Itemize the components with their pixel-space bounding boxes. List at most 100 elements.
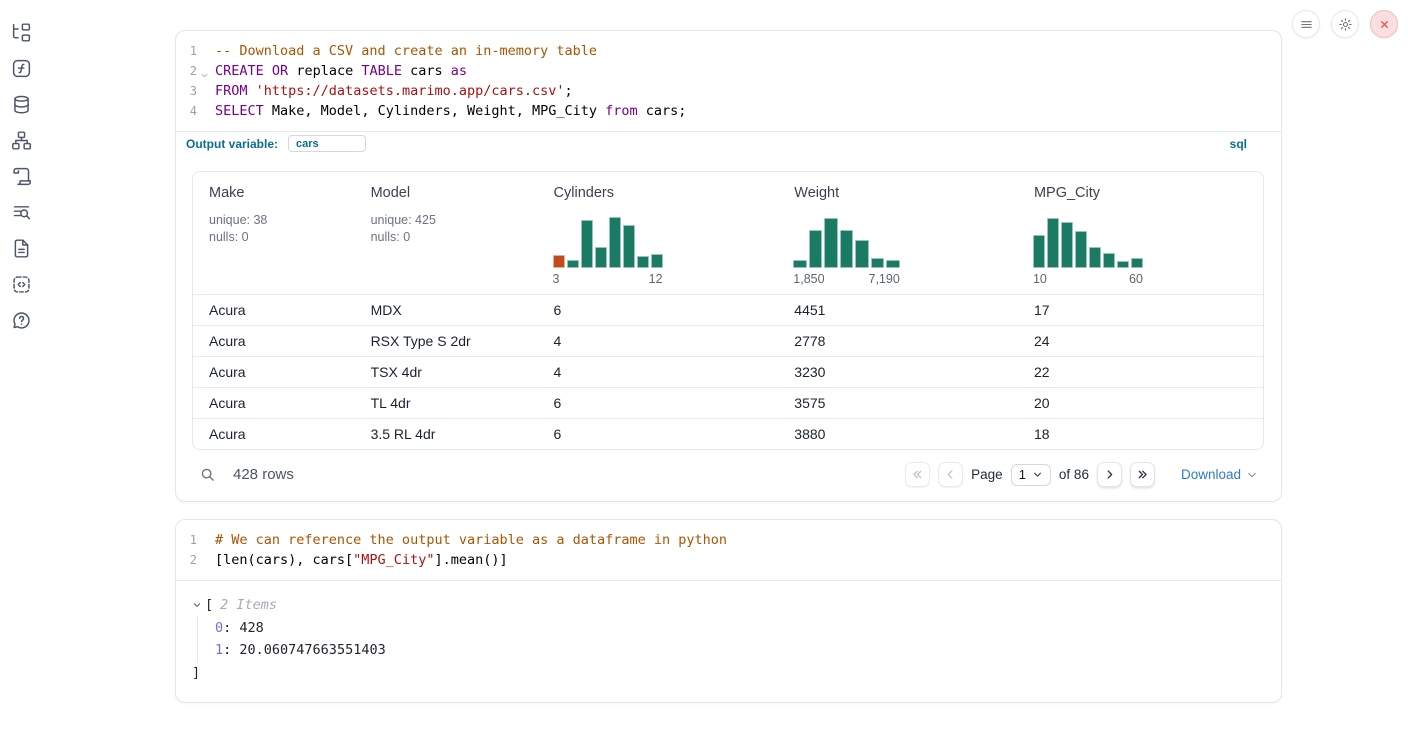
column-name: Cylinders [548,185,614,201]
table-cell: Acura [193,388,355,418]
last-page-button[interactable] [1130,462,1155,487]
table-cell: 3575 [778,388,1018,418]
next-page-button[interactable] [1097,462,1122,487]
pagination: Page 1 of 86 Download [905,462,1264,487]
table-cell: MDX [355,295,538,325]
sidebar-item-dependency-graph[interactable] [10,129,33,152]
hist-min-label: 1,850 [793,272,824,286]
table-row[interactable]: AcuraTSX 4dr4323022 [193,356,1263,387]
file-tree-icon [11,22,32,43]
table-row[interactable]: AcuraRSX Type S 2dr4277824 [193,325,1263,356]
column-header-Make[interactable]: Makeunique: 38nulls: 0 [193,172,355,294]
histogram-bar [793,260,807,268]
line-number: 1 [176,41,212,61]
histogram-bar [1117,261,1129,268]
column-header-MPG_City[interactable]: MPG_City1060 [1018,172,1263,294]
line-number: 3 [176,81,212,101]
chevron-down-icon [1032,469,1043,480]
table-cell: Acura [193,357,355,387]
dependency-graph-icon [11,130,32,151]
sidebar-item-code-snippet[interactable] [10,273,33,296]
histogram-bar [886,260,900,268]
menu-icon [1299,17,1314,32]
table-cell: 6 [538,388,779,418]
close-bracket: ] [192,662,1265,685]
column-name: MPG_City [1028,185,1100,201]
code-line: 1-- Download a CSV and create an in-memo… [176,41,1281,61]
table-row[interactable]: Acura3.5 RL 4dr6388018 [193,418,1263,449]
histogram-bar [1033,235,1045,268]
close-icon [1377,17,1392,32]
sql-cell-output: Makeunique: 38nulls: 0 Model unique: 425nu… [176,155,1281,501]
hist-max-label: 7,190 [869,272,900,286]
page-select-value: 1 [1019,467,1026,482]
code-line: 2[len(cars), cars["MPG_City"].mean()] [176,550,1281,570]
table-cell: 24 [1018,326,1263,356]
sidebar-item-list-search[interactable] [10,201,33,224]
item-index: 1 [215,642,223,658]
python-code-editor[interactable]: 1# We can reference the output variable … [176,520,1281,580]
table-cell: 18 [1018,419,1263,449]
shutdown-button[interactable] [1370,10,1398,38]
table-cell: 22 [1018,357,1263,387]
chevrons-right-icon [1136,468,1149,481]
line-number: 2 [176,61,212,81]
first-page-button[interactable] [905,462,930,487]
collapse-chevron-icon[interactable] [192,600,202,610]
open-bracket: [ [205,594,213,617]
column-header-Weight[interactable]: Weight1,8507,190 [778,172,1018,294]
notebook: 1-- Download a CSV and create an in-memo… [175,30,1282,703]
prev-page-button[interactable] [938,462,963,487]
table-cell: 3880 [778,419,1018,449]
chevron-left-icon [944,468,957,481]
histogram-bar [1047,218,1059,268]
table-body: AcuraMDX6445117AcuraRSX Type S 2dr427782… [193,294,1263,449]
sidebar-item-scroll[interactable] [10,165,33,188]
histogram-bar [840,230,854,268]
code-line: 4SELECT Make, Model, Cylinders, Weight, … [176,101,1281,121]
line-number: 4 [176,101,212,121]
sidebar-item-file-tree[interactable] [10,21,33,44]
table-search-button[interactable] [199,466,216,483]
settings-button[interactable] [1331,10,1359,38]
notebook-menu-button[interactable] [1292,10,1320,38]
item-value: 20.060747663551403 [239,642,385,658]
output-variable-bar: Output variable: sql [176,131,1281,155]
histogram-bar [581,220,593,268]
column-stats: unique: 425nulls: 0 [365,212,436,246]
column-header-Model[interactable]: Model unique: 425nulls: 0 [355,172,538,294]
column-stats: unique: 38nulls: 0 [203,212,267,246]
hist-min-label: 3 [553,272,560,286]
histogram-bar [1089,247,1101,268]
download-button[interactable]: Download [1175,466,1264,483]
column-header-Cylinders[interactable]: Cylinders 3 12 [538,172,779,294]
sidebar-item-function-square[interactable] [10,57,33,80]
output-variable-label: Output variable: [186,137,278,151]
table-cell: TSX 4dr [355,357,538,387]
output-variable-input[interactable] [288,135,366,152]
column-name: Model [365,185,411,201]
list-output-items: 0: 4281: 20.060747663551403 [197,617,1265,662]
code-line: 2CREATE OR replace TABLE cars as [176,61,1281,81]
histogram-bar [651,254,663,268]
page-select[interactable]: 1 [1011,464,1051,486]
sql-code-editor[interactable]: 1-- Download a CSV and create an in-memo… [176,31,1281,131]
histogram-bar [609,217,621,268]
sidebar-item-database[interactable] [10,93,33,116]
table-row[interactable]: AcuraTL 4dr6357520 [193,387,1263,418]
hist-max-label: 12 [649,272,663,286]
table-row[interactable]: AcuraMDX6445117 [193,294,1263,325]
table-cell: Acura [193,295,355,325]
sidebar-item-help-bubble[interactable] [10,309,33,332]
histogram-bar [855,240,869,268]
sidebar-item-file-text[interactable] [10,237,33,260]
items-count: 2 Items [220,594,277,617]
list-output-header: [ 2 Items [192,594,1265,617]
histogram-bar [623,225,635,268]
function-square-icon [11,58,32,79]
search-icon [199,466,216,483]
list-search-icon [11,202,32,223]
left-panel-icon-rail [0,21,42,332]
table-footer: 428 rows Page 1 of 86 [192,456,1264,487]
histogram-bar [595,247,607,268]
